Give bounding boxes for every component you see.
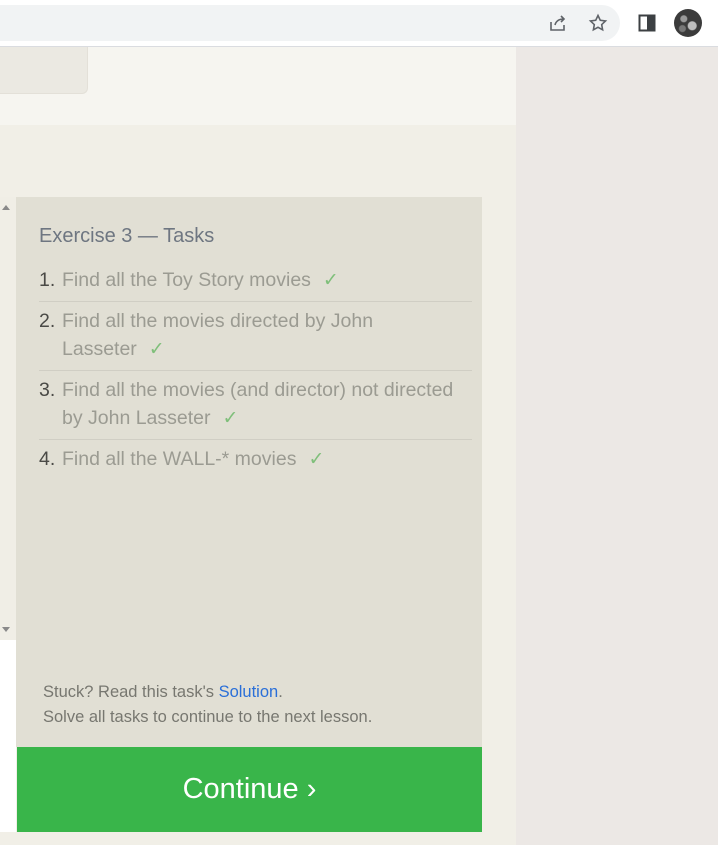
results-area <box>0 640 16 832</box>
share-icon[interactable] <box>544 9 572 37</box>
scroll-up-icon[interactable] <box>2 205 10 210</box>
side-panel-icon[interactable] <box>633 9 661 37</box>
task-text: Find all the movies (and director) not d… <box>62 379 454 429</box>
continue-button[interactable]: Continue › <box>17 747 482 832</box>
task-text: Find all the Toy Story movies <box>62 269 311 291</box>
profile-avatar[interactable] <box>674 9 702 37</box>
task-list: 1. Find all the Toy Story movies ✓ 2. Fin… <box>39 263 472 482</box>
browser-toolbar <box>0 0 718 47</box>
task-item: 3. Find all the movies (and director) no… <box>39 373 472 440</box>
page-header <box>0 47 516 125</box>
right-margin <box>516 47 718 845</box>
checkmark-icon: ✓ <box>322 270 339 291</box>
task-number: 1. <box>39 269 56 291</box>
checkmark-icon: ✓ <box>148 339 165 360</box>
task-item: 1. Find all the Toy Story movies ✓ <box>39 263 472 302</box>
page-footer <box>0 832 516 845</box>
stuck-suffix: . <box>278 683 283 701</box>
solution-link[interactable]: Solution <box>219 683 279 701</box>
stuck-note: Stuck? Read this task's Solution. Solve … <box>43 680 372 730</box>
task-number: 2. <box>39 310 56 332</box>
task-item: 2. Find all the movies directed by John … <box>39 304 472 371</box>
address-bar[interactable] <box>0 5 620 41</box>
tasks-title: Exercise 3 — Tasks <box>39 225 215 247</box>
task-number: 4. <box>39 448 56 470</box>
star-icon[interactable] <box>584 9 612 37</box>
task-number: 3. <box>39 379 56 401</box>
checkmark-icon: ✓ <box>308 449 325 470</box>
tasks-panel: Exercise 3 — Tasks 1. Find all the Toy S… <box>16 197 482 747</box>
task-text: Find all the WALL-* movies <box>62 448 297 470</box>
solve-all-note: Solve all tasks to continue to the next … <box>43 708 373 726</box>
header-tab[interactable] <box>0 47 88 94</box>
stuck-prefix: Stuck? Read this task's <box>43 683 219 701</box>
checkmark-icon: ✓ <box>222 408 239 429</box>
task-item: 4. Find all the WALL-* movies ✓ <box>39 442 472 480</box>
editor-scrollbar[interactable] <box>0 197 17 640</box>
task-text: Find all the movies directed by John Las… <box>62 310 374 360</box>
scroll-down-icon[interactable] <box>2 627 10 632</box>
